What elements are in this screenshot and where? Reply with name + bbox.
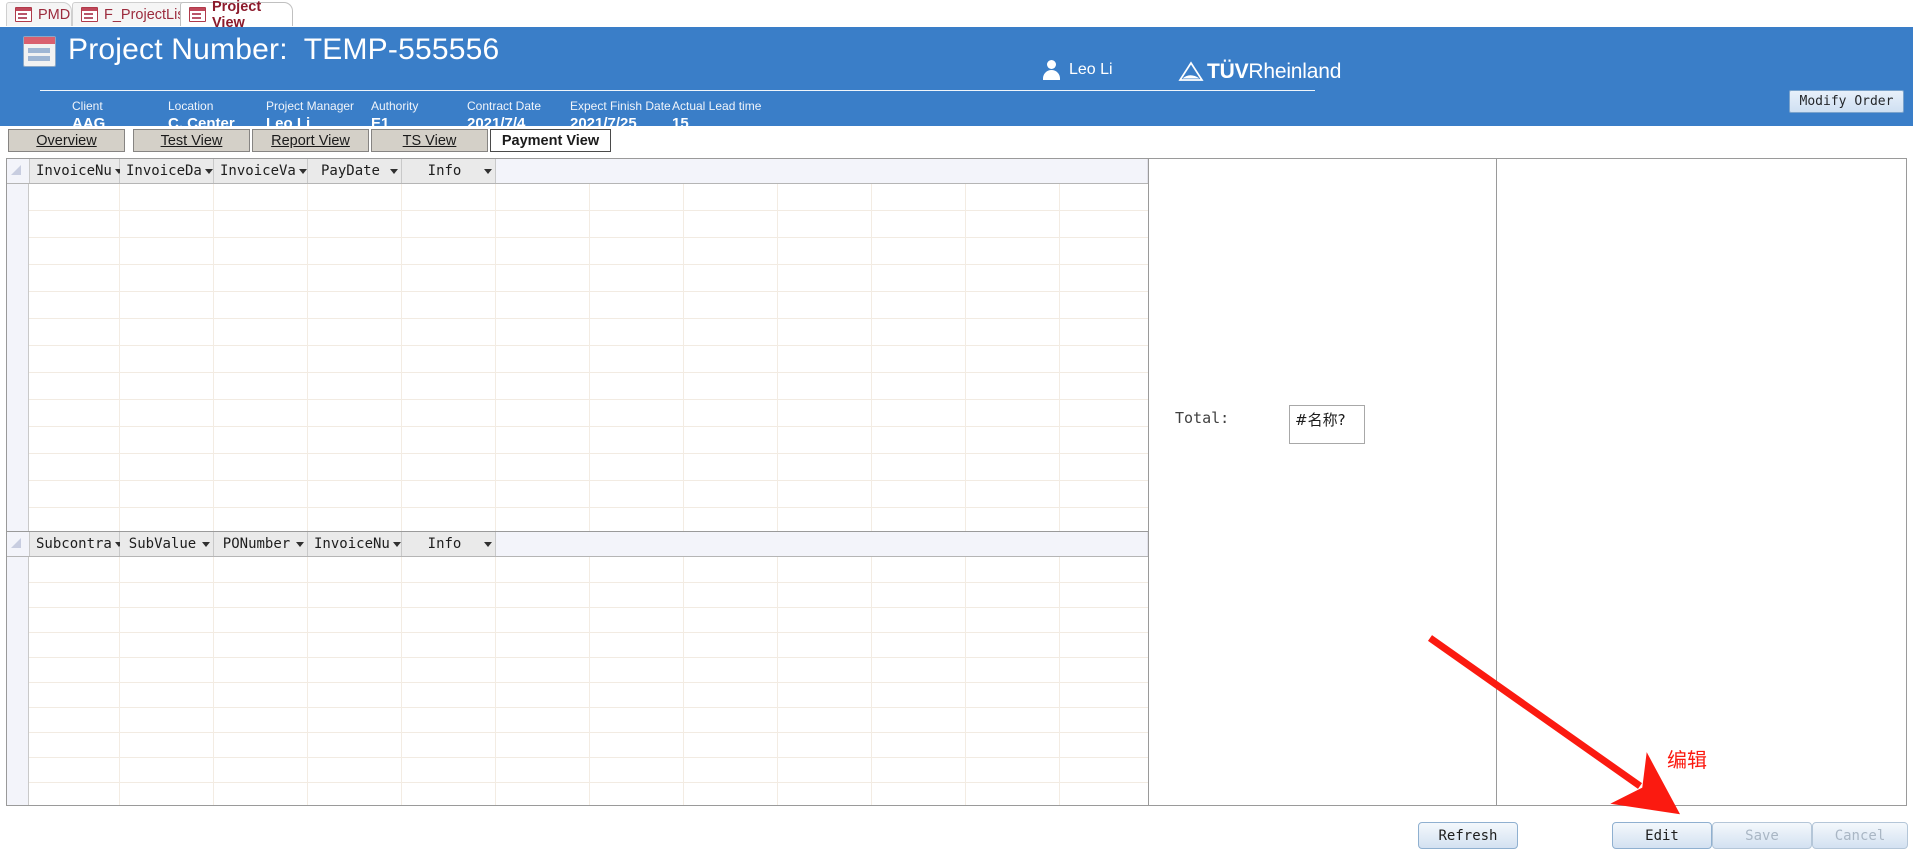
- header-divider: [40, 90, 1315, 91]
- project-number-value: TEMP-555556: [303, 33, 500, 66]
- column-header-info[interactable]: Info: [402, 532, 496, 556]
- subcontract-grid-lines: [29, 557, 1148, 805]
- select-all-cell[interactable]: [7, 159, 30, 183]
- brand-text: TÜVRheinland: [1207, 60, 1341, 84]
- tab-payment-view[interactable]: Payment View: [490, 129, 611, 152]
- tab-test-view-label: Test View: [160, 132, 223, 149]
- column-label: PayDate: [320, 163, 380, 179]
- chevron-down-icon[interactable]: [481, 541, 495, 547]
- datasheet-icon: [189, 7, 206, 22]
- datasheet-icon: [15, 7, 32, 22]
- invoice-grid-lines: [29, 184, 1148, 531]
- select-all-cell[interactable]: [7, 532, 30, 556]
- column-label: SubValue: [128, 536, 197, 552]
- page-title-label: Project Number:: [68, 33, 288, 66]
- meta-label: Expect Finish Date: [570, 99, 671, 113]
- cancel-button: Cancel: [1812, 822, 1908, 849]
- tab-report-view[interactable]: Report View: [252, 129, 369, 152]
- datasheet-icon: [81, 7, 98, 22]
- column-header-subvalue[interactable]: SubValue: [120, 532, 214, 556]
- payment-view-panel: InvoiceNu InvoiceDa InvoiceVa PayDate In…: [6, 158, 1907, 806]
- column-label: InvoiceDa: [126, 163, 202, 179]
- column-label: InvoiceVa: [220, 163, 296, 179]
- header-filler: [496, 159, 1148, 183]
- header-filler: [496, 532, 1148, 556]
- meta-label: Client: [72, 99, 103, 113]
- application-window: PMD F_ProjectList Project View Project N…: [0, 0, 1913, 862]
- view-tab-bar: Overview Test View Report View TS View P…: [0, 126, 1913, 158]
- project-header: Project Number: TEMP-555556 Leo Li TÜVRhe…: [0, 27, 1913, 132]
- meta-label: Actual Lead time: [672, 99, 762, 113]
- subcontract-datasheet[interactable]: Subcontra SubValue PONumber InvoiceNu In…: [7, 531, 1148, 805]
- modify-order-button[interactable]: Modify Order: [1789, 90, 1904, 113]
- tab-test-view[interactable]: Test View: [133, 129, 250, 152]
- tab-overview-label: Overview: [36, 132, 97, 149]
- invoice-total-field[interactable]: #名称?: [1289, 405, 1365, 444]
- chevron-down-icon[interactable]: [481, 168, 495, 174]
- chevron-down-icon[interactable]: [293, 541, 307, 547]
- tab-ts-view[interactable]: TS View: [371, 129, 488, 152]
- project-form-icon: [23, 36, 56, 67]
- invoice-total-label: Total:: [1175, 409, 1230, 427]
- column-header-invoicenu[interactable]: InvoiceNu: [30, 159, 123, 183]
- meta-label: Location: [168, 99, 214, 113]
- document-tab-project-view[interactable]: Project View: [180, 0, 293, 31]
- document-tab-label: Project View: [212, 0, 262, 31]
- column-header-ponumber[interactable]: PONumber: [214, 532, 308, 556]
- user-account[interactable]: Leo Li: [1043, 60, 1113, 80]
- refresh-button[interactable]: Refresh: [1418, 822, 1518, 849]
- tuv-triangle-icon: [1178, 61, 1204, 81]
- annotation-label: 编辑: [1667, 748, 1707, 772]
- column-label: InvoiceNu: [36, 163, 112, 179]
- invoice-grid-header: InvoiceNu InvoiceDa InvoiceVa PayDate In…: [7, 159, 1148, 184]
- column-header-info[interactable]: Info: [402, 159, 496, 183]
- meta-label: Authority: [371, 99, 419, 113]
- column-label: Subcontra: [36, 536, 112, 552]
- column-label: Info: [427, 163, 462, 179]
- document-tab-strip: PMD F_ProjectList Project View: [0, 0, 1913, 31]
- page-title: Project Number: TEMP-555556: [68, 33, 499, 67]
- document-tab-pmd[interactable]: PMD: [6, 2, 72, 26]
- user-name-label: Leo Li: [1069, 61, 1113, 78]
- brand-light: Rheinland: [1248, 60, 1342, 83]
- document-tab-label: F_ProjectList: [104, 6, 189, 23]
- tab-overview[interactable]: Overview: [8, 129, 125, 152]
- row-selector-column[interactable]: [7, 557, 29, 805]
- meta-label: Contract Date: [467, 99, 542, 113]
- row-selector-column[interactable]: [7, 184, 29, 531]
- tuv-rheinland-logo: TÜVRheinland: [1178, 59, 1341, 85]
- column-header-invoiceda[interactable]: InvoiceDa: [120, 159, 214, 183]
- tab-report-view-label: Report View: [271, 132, 350, 149]
- chevron-down-icon[interactable]: [387, 168, 401, 174]
- column-header-paydate[interactable]: PayDate: [308, 159, 402, 183]
- edit-button[interactable]: Edit: [1612, 822, 1712, 849]
- tab-ts-view-label: TS View: [402, 132, 457, 149]
- meta-label: Project Manager: [266, 99, 355, 113]
- brand-bold: TÜV: [1207, 60, 1249, 83]
- subcontract-grid-body[interactable]: [7, 557, 1148, 805]
- column-header-subcontra[interactable]: Subcontra: [30, 532, 123, 556]
- column-label: Info: [427, 536, 462, 552]
- save-button: Save: [1712, 822, 1812, 849]
- document-tab-label: PMD: [38, 6, 71, 23]
- panel-divider-left: [1148, 159, 1149, 805]
- column-label: InvoiceNu: [314, 536, 390, 552]
- invoice-grid-body[interactable]: [7, 184, 1148, 531]
- column-header-invoicenu[interactable]: InvoiceNu: [308, 532, 402, 556]
- subcontract-grid-header: Subcontra SubValue PONumber InvoiceNu In…: [7, 532, 1148, 557]
- panel-divider-right: [1496, 159, 1497, 805]
- invoice-datasheet[interactable]: InvoiceNu InvoiceDa InvoiceVa PayDate In…: [7, 159, 1148, 531]
- column-label: PONumber: [222, 536, 291, 552]
- chevron-down-icon[interactable]: [199, 541, 213, 547]
- tab-payment-view-label: Payment View: [501, 132, 600, 149]
- column-header-invoiceva[interactable]: InvoiceVa: [214, 159, 308, 183]
- user-avatar-icon: [1043, 60, 1060, 80]
